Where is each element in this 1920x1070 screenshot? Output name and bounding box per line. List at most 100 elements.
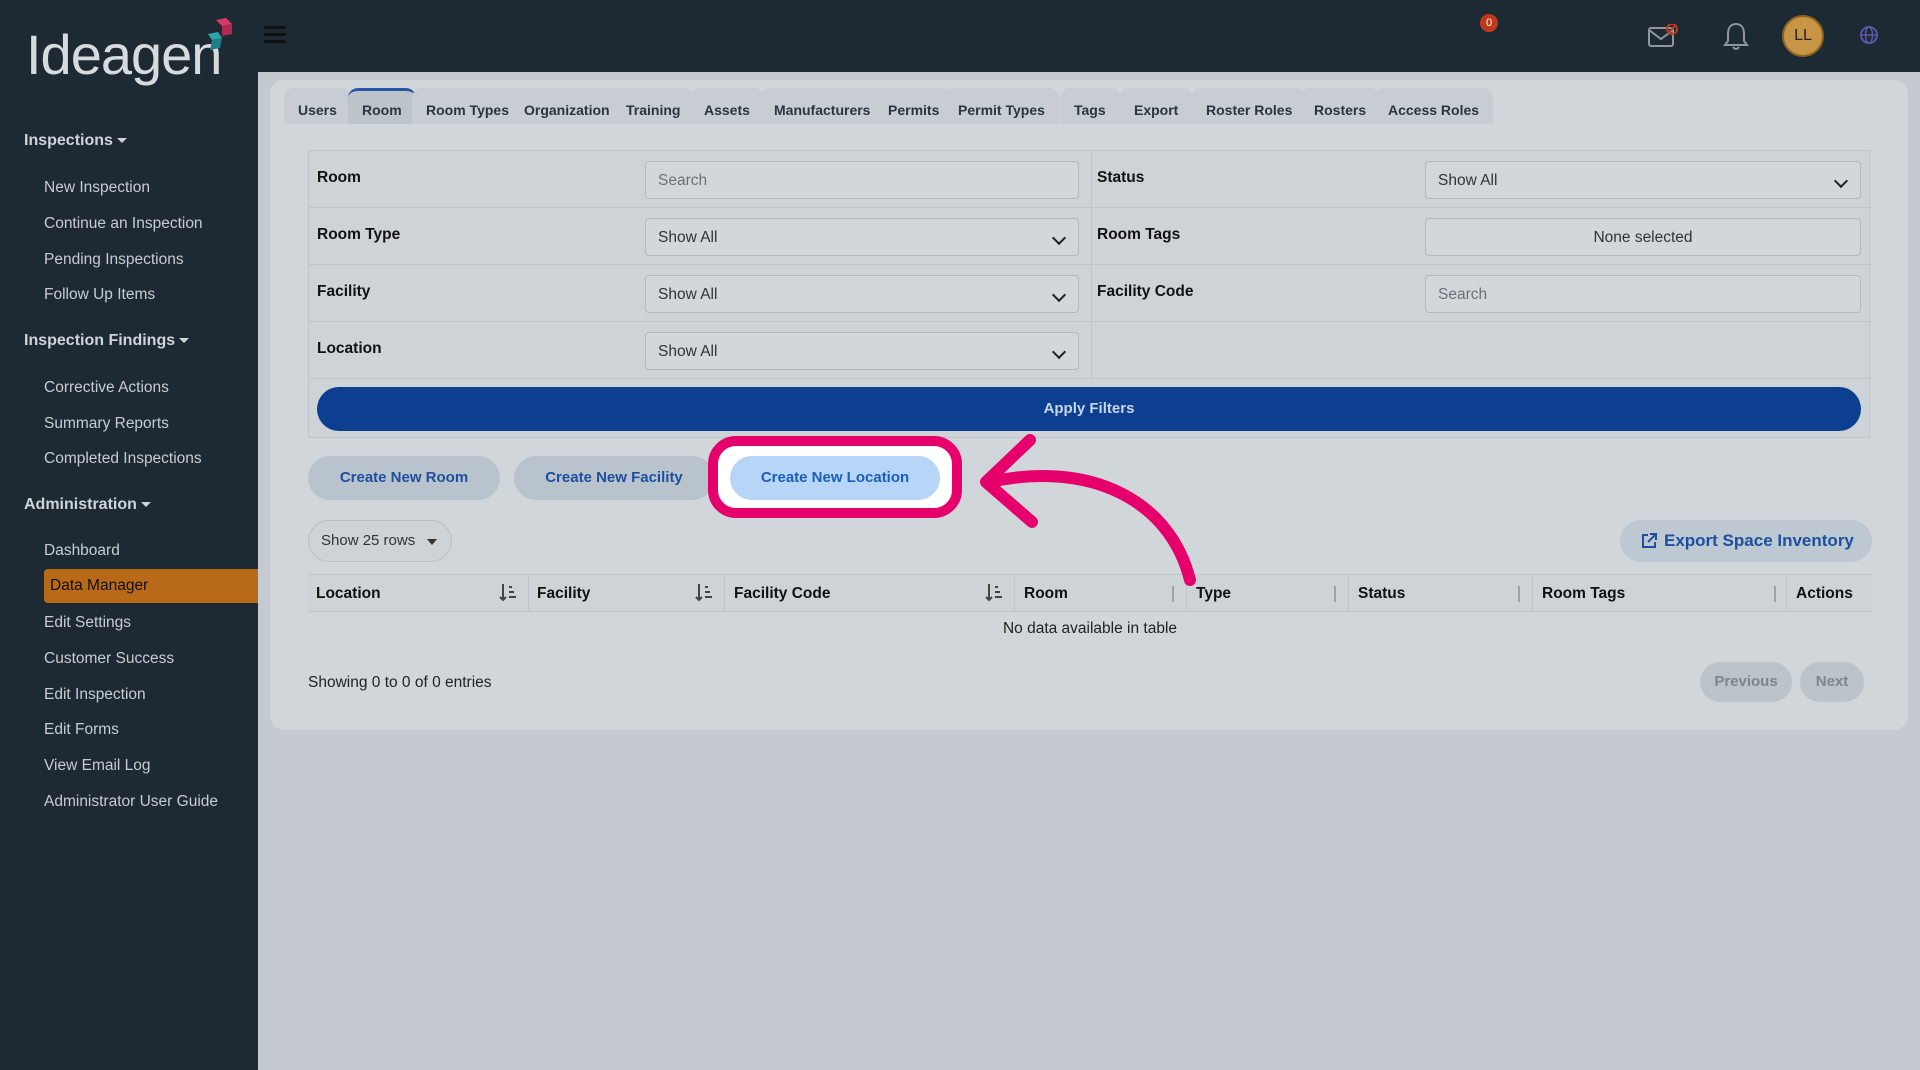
status-label: Status xyxy=(1097,169,1145,186)
facility-code-search-input[interactable]: Search xyxy=(1425,275,1861,313)
location-select-value: Show All xyxy=(658,343,718,360)
filter-row: Room Type Show All Room Tags None select… xyxy=(309,208,1871,265)
location-label: Location xyxy=(317,340,382,357)
nav-item-completed-inspections[interactable]: Completed Inspections xyxy=(44,450,202,468)
logo-cube-icon xyxy=(208,18,232,50)
notification-badge: 0 xyxy=(1480,14,1498,32)
col-status[interactable]: Status xyxy=(1358,585,1405,603)
room-tags-multiselect[interactable]: None selected xyxy=(1425,218,1861,256)
filter-row: Facility Show All Facility Code Search xyxy=(309,265,1871,322)
col-facility[interactable]: Facility xyxy=(537,585,590,603)
create-new-location-button[interactable]: Create New Location xyxy=(730,456,940,500)
tab-permit-types[interactable]: Permit Types xyxy=(944,88,1059,124)
tab-room[interactable]: Room xyxy=(348,88,416,124)
sort-asc-icon[interactable] xyxy=(694,581,714,603)
nav-item-pending-inspections[interactable]: Pending Inspections xyxy=(44,251,184,269)
nav-section-administration[interactable]: Administration xyxy=(24,496,151,514)
room-type-select-value: Show All xyxy=(658,229,718,246)
chevron-down-icon xyxy=(1051,230,1067,246)
sort-both-icon[interactable] xyxy=(1516,585,1522,603)
room-type-label: Room Type xyxy=(317,226,401,243)
column-divider xyxy=(1532,575,1533,611)
room-search-input[interactable]: Search xyxy=(645,161,1079,199)
status-select-value: Show All xyxy=(1438,172,1498,189)
nav-item-edit-forms[interactable]: Edit Forms xyxy=(44,721,119,739)
col-actions: Actions xyxy=(1796,585,1853,602)
col-room-tags[interactable]: Room Tags xyxy=(1542,585,1625,603)
external-link-icon xyxy=(1642,533,1657,548)
export-label: Export Space Inventory xyxy=(1664,531,1854,550)
tab-permits[interactable]: Permits xyxy=(874,88,954,124)
user-avatar[interactable]: LL xyxy=(1782,15,1824,57)
facility-code-label: Facility Code xyxy=(1097,283,1194,300)
col-location[interactable]: Location xyxy=(316,585,381,603)
facility-select[interactable]: Show All xyxy=(645,275,1079,313)
rows-per-page-select[interactable]: Show 25 rows xyxy=(308,520,452,562)
nav-item-follow-up-items[interactable]: Follow Up Items xyxy=(44,286,155,304)
location-select[interactable]: Show All xyxy=(645,332,1079,370)
nav-item-continue-inspection[interactable]: Continue an Inspection xyxy=(44,215,203,233)
chevron-down-icon xyxy=(1833,173,1849,189)
caret-down-icon xyxy=(140,502,151,508)
nav-item-corrective-actions[interactable]: Corrective Actions xyxy=(44,379,169,397)
status-select[interactable]: Show All xyxy=(1425,161,1861,199)
nav-section-inspections[interactable]: Inspections xyxy=(24,132,127,150)
facility-select-value: Show All xyxy=(658,286,718,303)
nav-item-summary-reports[interactable]: Summary Reports xyxy=(44,415,169,433)
room-type-select[interactable]: Show All xyxy=(645,218,1079,256)
nav-item-edit-settings[interactable]: Edit Settings xyxy=(44,614,131,632)
sidebar: Ideagen Inspections New Inspection Conti… xyxy=(0,0,258,1070)
nav-section-label: Administration xyxy=(24,496,137,513)
nav-item-edit-inspection[interactable]: Edit Inspection xyxy=(44,686,146,704)
filter-row: Room Search Status Show All xyxy=(309,151,1871,208)
create-new-room-button[interactable]: Create New Room xyxy=(308,456,500,500)
mail-icon[interactable] xyxy=(1648,24,1678,48)
pointer-arrow-icon xyxy=(980,434,1196,586)
tab-rosters[interactable]: Rosters xyxy=(1300,88,1381,124)
nav-section-inspection-findings[interactable]: Inspection Findings xyxy=(24,332,190,350)
caret-down-icon xyxy=(116,138,127,144)
col-facility-code[interactable]: Facility Code xyxy=(734,585,830,603)
tab-organization[interactable]: Organization xyxy=(510,88,624,124)
nav-item-admin-user-guide[interactable]: Administrator User Guide xyxy=(44,793,218,811)
globe-language-icon[interactable] xyxy=(1858,24,1880,46)
room-tags-label: Room Tags xyxy=(1097,226,1181,243)
tab-training[interactable]: Training xyxy=(612,88,695,124)
create-new-facility-button[interactable]: Create New Facility xyxy=(514,456,714,500)
filter-form: Room Search Status Show All Room Type Sh… xyxy=(308,150,1871,438)
next-page-button[interactable]: Next xyxy=(1800,662,1864,702)
room-label: Room xyxy=(317,169,361,186)
bell-icon[interactable] xyxy=(1722,20,1750,52)
chevron-down-icon xyxy=(1051,344,1067,360)
hamburger-menu-icon[interactable] xyxy=(264,26,286,44)
logo-wordmark: Ideagen xyxy=(26,23,222,86)
nav-item-dashboard[interactable]: Dashboard xyxy=(44,542,120,560)
previous-page-button[interactable]: Previous xyxy=(1700,662,1792,702)
sort-asc-icon[interactable] xyxy=(498,581,518,603)
column-divider xyxy=(1786,575,1787,611)
tab-access-roles[interactable]: Access Roles xyxy=(1374,88,1494,124)
column-divider xyxy=(1348,575,1349,611)
tab-users[interactable]: Users xyxy=(284,88,351,124)
ideagen-logo[interactable]: Ideagen xyxy=(26,18,236,88)
filter-row: Location Show All xyxy=(309,322,1871,379)
tab-export[interactable]: Export xyxy=(1120,88,1193,124)
column-divider xyxy=(724,575,725,611)
nav-item-data-manager[interactable]: Data Manager xyxy=(44,569,258,603)
column-divider xyxy=(528,575,529,611)
rows-per-page-value: Show 25 rows xyxy=(321,532,416,549)
nav-section-label: Inspection Findings xyxy=(24,332,176,349)
sort-both-icon[interactable] xyxy=(1332,585,1338,603)
tab-assets[interactable]: Assets xyxy=(690,88,764,124)
tab-tags[interactable]: Tags xyxy=(1060,88,1120,124)
tab-room-types[interactable]: Room Types xyxy=(412,88,523,124)
tab-roster-roles[interactable]: Roster Roles xyxy=(1192,88,1307,124)
nav-item-view-email-log[interactable]: View Email Log xyxy=(44,757,151,775)
nav-item-new-inspection[interactable]: New Inspection xyxy=(44,179,150,197)
nav-item-customer-success[interactable]: Customer Success xyxy=(44,650,174,668)
caret-down-icon xyxy=(427,539,437,545)
nav-section-label: Inspections xyxy=(24,132,113,149)
tab-manufacturers[interactable]: Manufacturers xyxy=(760,88,885,124)
export-space-inventory-button[interactable]: Export Space Inventory xyxy=(1620,520,1872,562)
sort-both-icon[interactable] xyxy=(1772,585,1778,603)
